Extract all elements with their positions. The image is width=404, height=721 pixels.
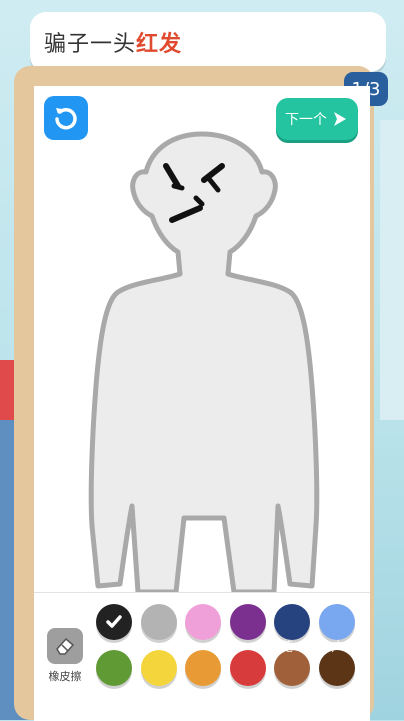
color-swatch-red[interactable] xyxy=(229,650,266,686)
eraser-button[interactable]: 橡皮擦 xyxy=(44,628,86,690)
arrow-right-icon xyxy=(334,112,346,126)
left-eye-stroke xyxy=(171,183,185,191)
prompt-bubble: 骗子一头红发 xyxy=(30,12,386,82)
eraser-icon xyxy=(56,637,75,655)
color-swatch-dark-brown[interactable] xyxy=(318,650,355,686)
next-button[interactable]: 下一个 xyxy=(276,98,358,140)
color-swatch-gray[interactable] xyxy=(140,604,177,640)
eraser-label: 橡皮擦 xyxy=(48,670,82,683)
reset-button[interactable] xyxy=(44,96,88,140)
next-button-label: 下一个 xyxy=(285,112,327,128)
color-swatch-pink[interactable] xyxy=(185,604,221,640)
color-swatch-green[interactable] xyxy=(96,650,132,686)
prompt-highlight: 红发 xyxy=(136,32,183,57)
color-swatch-brown[interactable] xyxy=(274,650,310,686)
color-swatch-yellow[interactable] xyxy=(140,650,177,686)
color-swatch-orange[interactable] xyxy=(185,650,221,686)
color-swatch-purple[interactable] xyxy=(229,604,266,640)
prompt-prefix: 骗子一头 xyxy=(44,32,137,57)
eraser-icon-box xyxy=(47,628,83,664)
color-swatch-navy[interactable] xyxy=(274,604,310,640)
watermark-text: 花 小 草 广 xyxy=(280,640,345,655)
character-outline xyxy=(88,131,320,592)
checkmark-icon xyxy=(106,615,122,628)
undo-icon xyxy=(55,107,77,130)
background-wall-right xyxy=(380,120,404,420)
prompt-text: 骗子一头红发 xyxy=(44,26,182,58)
color-swatch-black[interactable] xyxy=(96,604,132,640)
color-swatch-light-blue[interactable] xyxy=(318,604,355,640)
